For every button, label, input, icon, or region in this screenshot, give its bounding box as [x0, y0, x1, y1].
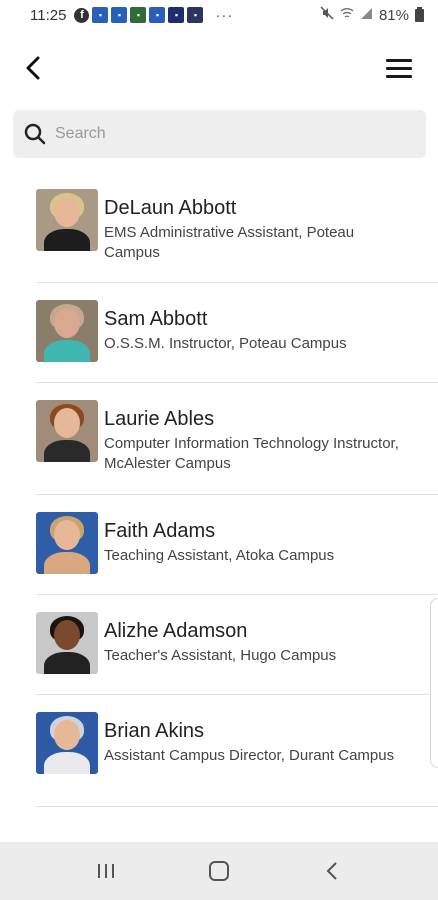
- app-notification-icon: ▪: [168, 7, 185, 23]
- list-item[interactable]: DeLaun Abbott EMS Administrative Assista…: [36, 172, 438, 283]
- list-item[interactable]: Brian Akins Assistant Campus Director, D…: [36, 695, 438, 807]
- app-notification-icon: ▪: [130, 7, 147, 23]
- person-info: Alizhe Adamson Teacher's Assistant, Hugo…: [104, 595, 400, 694]
- status-time: 11:25: [30, 6, 67, 24]
- battery-icon: [415, 6, 424, 22]
- notification-icons: f ▪ ▪ ▪ ▪ ▪ ▪: [74, 7, 204, 23]
- person-title: Assistant Campus Director, Durant Campus: [104, 747, 395, 764]
- avatar-face: [54, 520, 80, 550]
- app-notification-icon: ▪: [92, 7, 109, 23]
- person-info: Laurie Ables Computer Information Techno…: [104, 383, 400, 494]
- chevron-left-icon: [26, 56, 40, 80]
- person-title: Teaching Assistant, Atoka Campus: [104, 547, 335, 564]
- system-back-button[interactable]: [312, 851, 352, 891]
- person-title: Teacher's Assistant, Hugo Campus: [104, 647, 337, 664]
- app-notification-icon: ▪: [149, 7, 166, 23]
- search-bar[interactable]: [13, 110, 426, 158]
- battery-percent: 81%: [378, 6, 409, 24]
- person-name: Faith Adams: [104, 520, 216, 542]
- back-icon: [326, 862, 337, 880]
- person-info: Brian Akins Assistant Campus Director, D…: [104, 695, 400, 806]
- list-item[interactable]: Sam Abbott O.S.S.M. Instructor, Poteau C…: [36, 283, 438, 383]
- person-info: DeLaun Abbott EMS Administrative Assista…: [104, 172, 400, 282]
- avatar-body: [44, 440, 90, 462]
- avatar-body: [44, 552, 90, 574]
- person-name: Laurie Ables: [104, 408, 215, 430]
- list-item[interactable]: Faith Adams Teaching Assistant, Atoka Ca…: [36, 495, 438, 595]
- avatar-body: [44, 752, 90, 774]
- menu-line: [386, 66, 412, 70]
- avatar-body: [44, 229, 90, 251]
- person-name: Alizhe Adamson: [104, 620, 248, 642]
- avatar-face: [54, 197, 80, 227]
- system-navigation-bar: [0, 842, 438, 900]
- app-notification-icon: ▪: [187, 7, 204, 23]
- more-notifications: ···: [215, 6, 234, 24]
- hamburger-menu-icon[interactable]: [386, 52, 420, 84]
- person-info: Sam Abbott O.S.S.M. Instructor, Poteau C…: [104, 283, 400, 382]
- recent-apps-button[interactable]: [86, 851, 126, 891]
- avatar-face: [54, 408, 80, 438]
- person-title: EMS Administrative Assistant, Poteau Cam…: [104, 224, 355, 261]
- avatar-face: [54, 308, 80, 338]
- search-input[interactable]: [55, 125, 395, 143]
- avatar-body: [44, 340, 90, 362]
- avatar: [36, 300, 98, 362]
- avatar: [36, 712, 98, 774]
- menu-line: [386, 58, 412, 62]
- recent-apps-icon: [98, 864, 115, 878]
- home-button[interactable]: [199, 851, 239, 891]
- app-header: [0, 44, 438, 92]
- avatar-face: [54, 620, 80, 650]
- avatar: [36, 400, 98, 462]
- signal-icon: [360, 7, 373, 24]
- list-item[interactable]: Laurie Ables Computer Information Techno…: [36, 383, 438, 495]
- person-title: Computer Information Technology Instruct…: [104, 435, 399, 472]
- system-status: 81%: [320, 6, 424, 24]
- avatar-face: [54, 720, 80, 750]
- mute-icon: [320, 6, 334, 24]
- avatar: [36, 189, 98, 251]
- person-name: Brian Akins: [104, 720, 205, 742]
- list-item[interactable]: Alizhe Adamson Teacher's Assistant, Hugo…: [36, 595, 438, 695]
- person-name: DeLaun Abbott: [104, 197, 237, 219]
- avatar-body: [44, 652, 90, 674]
- avatar: [36, 612, 98, 674]
- facebook-icon: f: [74, 7, 90, 23]
- avatar: [36, 512, 98, 574]
- person-info: Faith Adams Teaching Assistant, Atoka Ca…: [104, 495, 400, 594]
- edge-panel-handle[interactable]: [430, 598, 438, 768]
- search-icon: [24, 123, 46, 145]
- wifi-icon: [340, 6, 354, 24]
- menu-line: [386, 74, 412, 78]
- person-title: O.S.S.M. Instructor, Poteau Campus: [104, 335, 347, 352]
- staff-directory-list: DeLaun Abbott EMS Administrative Assista…: [36, 172, 438, 807]
- person-name: Sam Abbott: [104, 308, 208, 330]
- status-bar: 11:25 f ▪ ▪ ▪ ▪ ▪ ▪ ··· 81%: [0, 0, 438, 30]
- app-notification-icon: ▪: [111, 7, 128, 23]
- home-icon: [208, 861, 229, 881]
- back-button[interactable]: [18, 52, 50, 84]
